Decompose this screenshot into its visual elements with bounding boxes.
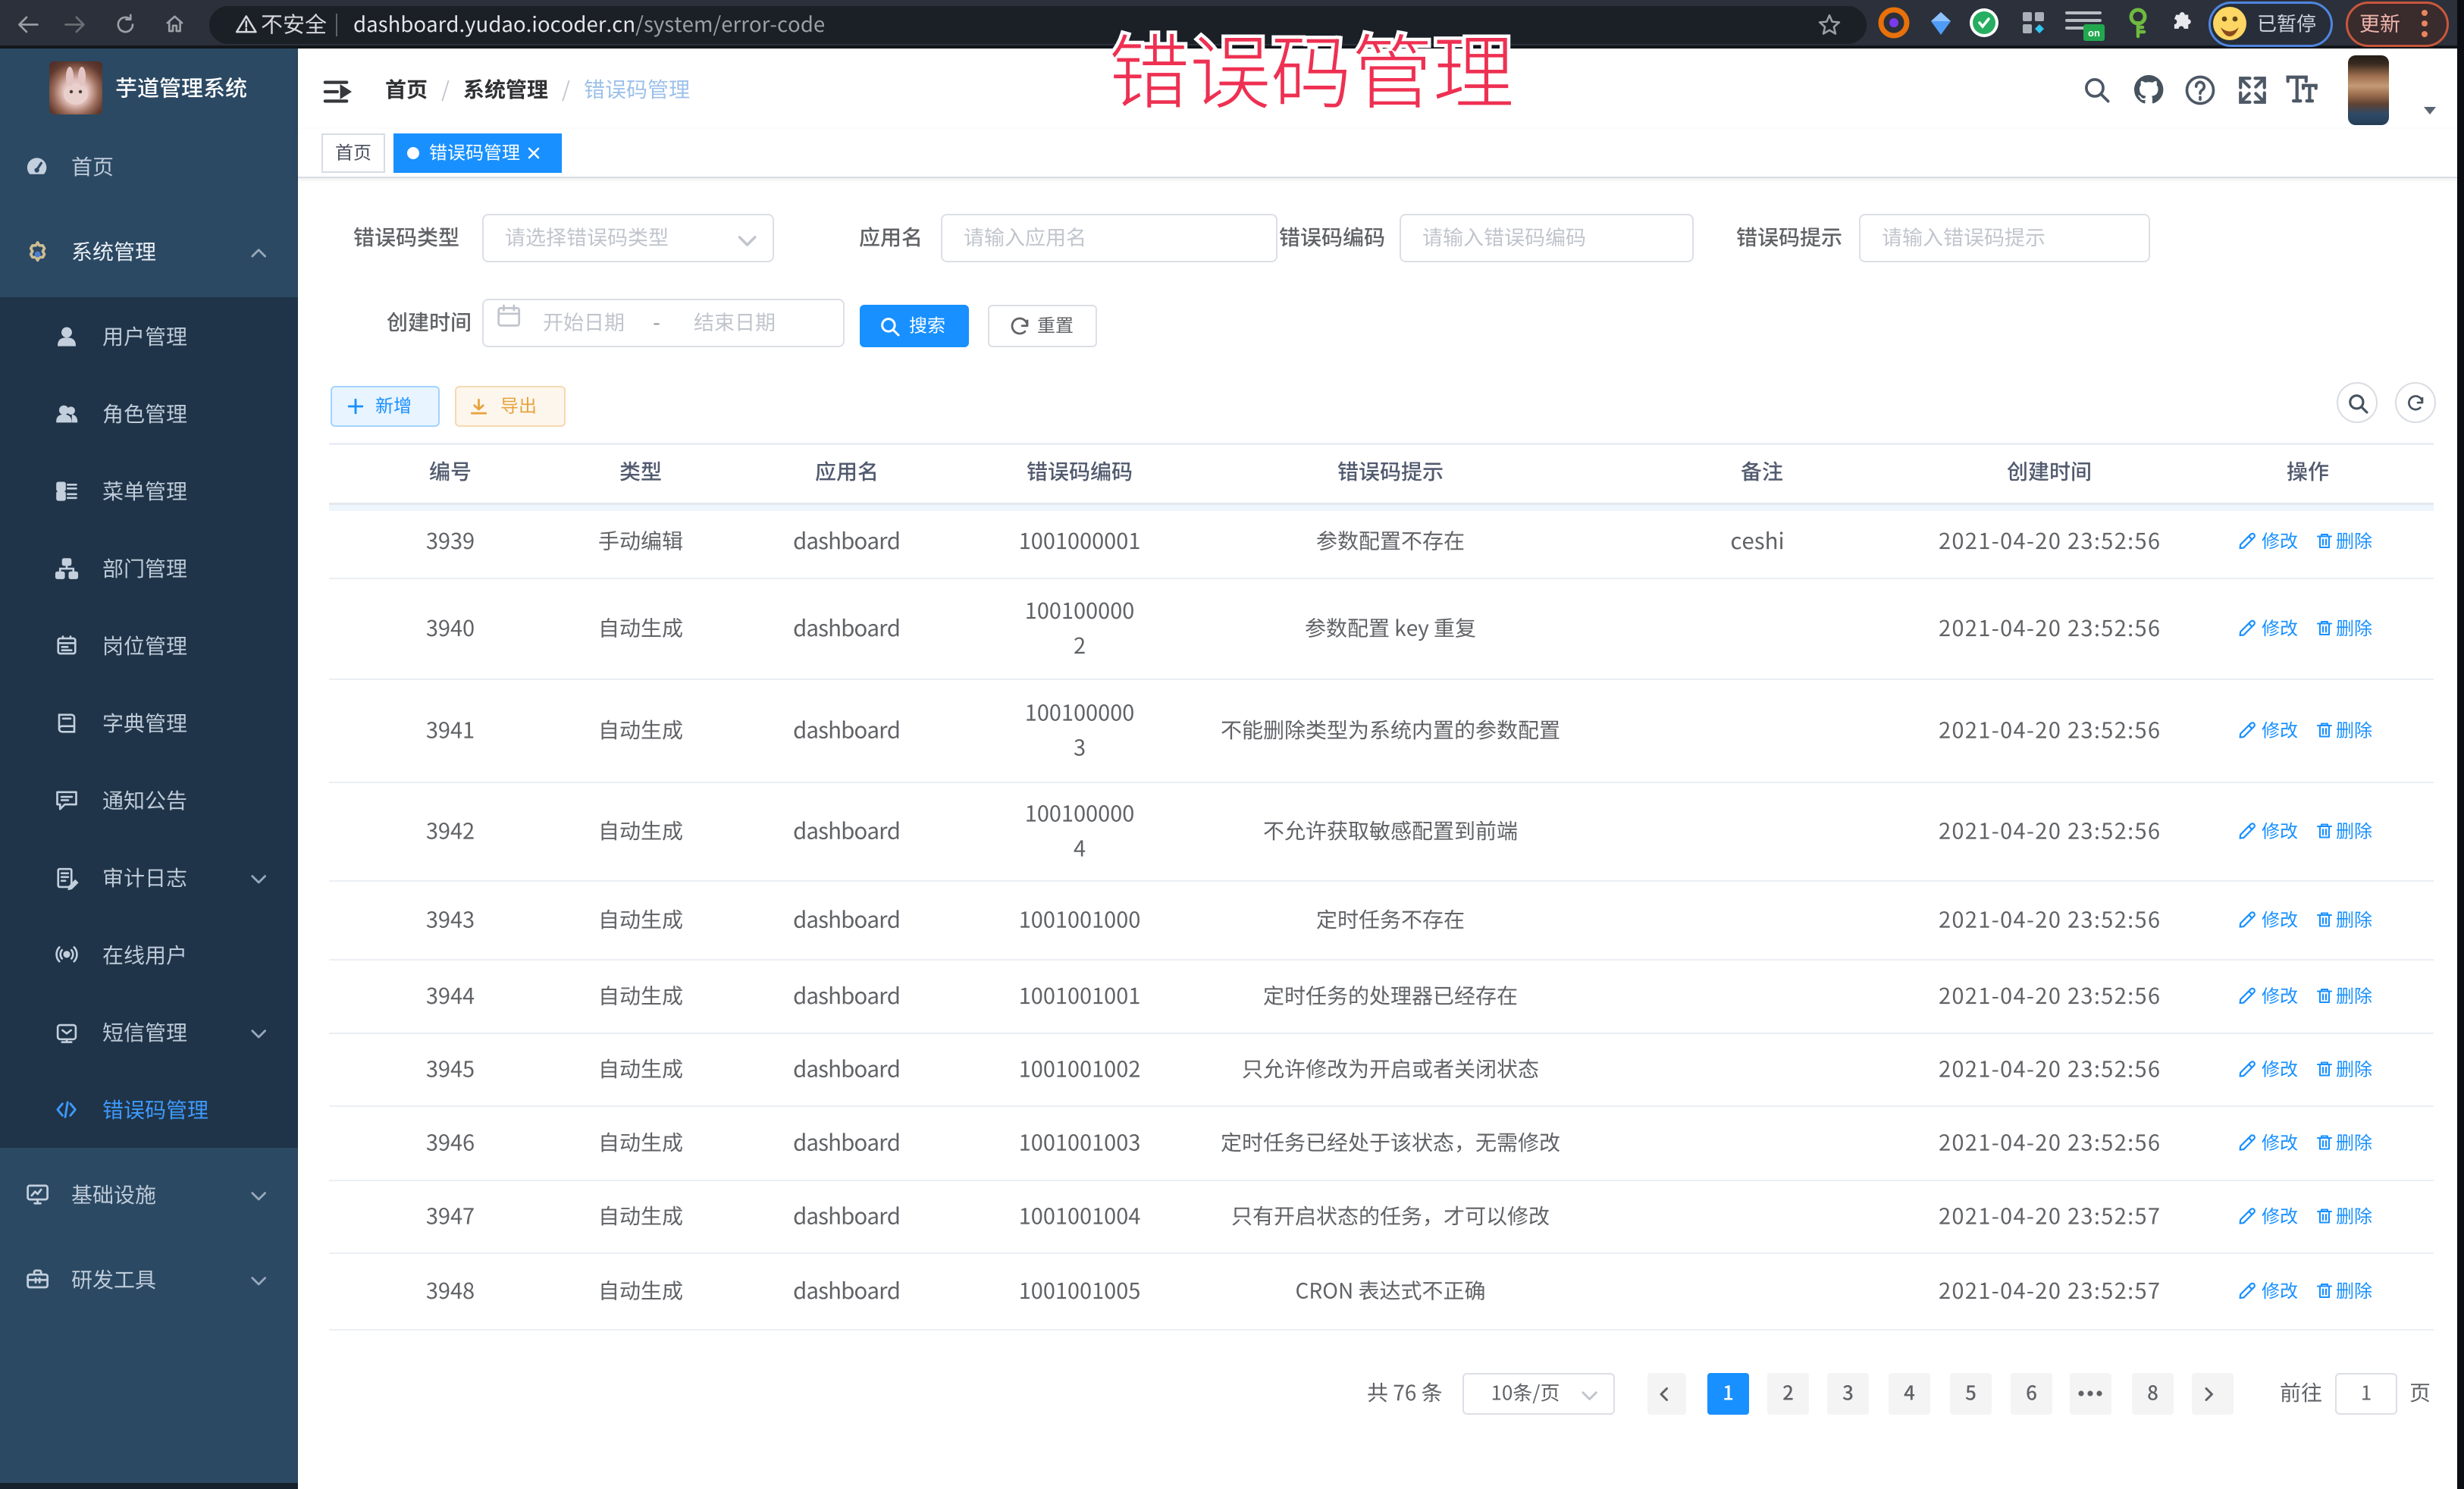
svg-text:on: on [2088,27,2100,39]
